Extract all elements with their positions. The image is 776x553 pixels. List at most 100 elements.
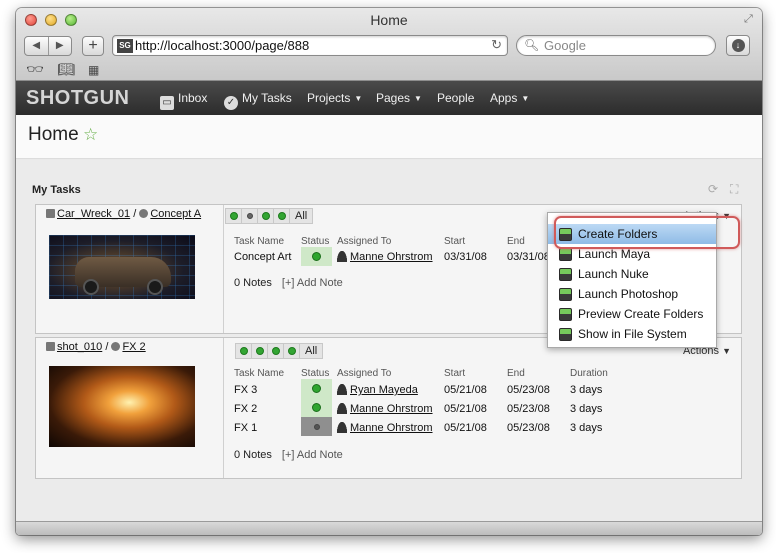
entity-link[interactable]: shot_010 — [57, 341, 102, 353]
task-name[interactable]: Concept Art — [234, 251, 291, 263]
end-date[interactable]: 05/23/08 — [507, 422, 550, 434]
shotgun-logo[interactable]: SHOTGUN — [26, 87, 130, 110]
favorite-star-icon[interactable]: ☆ — [83, 125, 98, 145]
status-gray-icon — [313, 423, 320, 430]
browser-toolbar: Home ⤢ ◀ ▶ + SG http://localhost:3000/pa… — [16, 8, 762, 81]
refresh-icon[interactable]: ⟳ — [708, 182, 718, 196]
filter-status-chip[interactable] — [258, 209, 274, 223]
add-bookmark-button[interactable]: + — [82, 36, 104, 56]
nav-my-tasks[interactable]: ✓ My Tasks — [224, 91, 292, 110]
duration[interactable]: 3 days — [570, 384, 602, 396]
filter-status-chip[interactable] — [242, 209, 258, 223]
filter-all-button[interactable]: All — [300, 344, 322, 358]
entity-thumbnail[interactable] — [49, 366, 195, 447]
column-header-status[interactable]: Status — [301, 368, 329, 379]
notes-count[interactable]: 0 Notes — [234, 277, 272, 289]
status-cell[interactable] — [301, 247, 332, 266]
back-forward-buttons: ◀ ▶ — [24, 36, 72, 56]
status-green-icon — [261, 212, 270, 220]
reading-list-icon[interactable]: 👓︎ — [26, 61, 44, 78]
start-date[interactable]: 05/21/08 — [444, 422, 487, 434]
entity-thumbnail[interactable] — [49, 235, 195, 299]
menu-item-show-in-file-system[interactable]: Show in File System — [548, 324, 716, 344]
column-header-start[interactable]: Start — [444, 368, 465, 379]
assigned-to[interactable]: Manne Ohrstrom — [337, 422, 433, 434]
column-header-assigned-to[interactable]: Assigned To — [337, 236, 391, 247]
assigned-to[interactable]: Manne Ohrstrom — [337, 403, 433, 415]
status-green-icon — [312, 384, 321, 393]
menu-item-launch-photoshop[interactable]: Launch Photoshop — [548, 284, 716, 304]
end-date[interactable]: 03/31/08 — [507, 251, 550, 263]
entity-sublink[interactable]: FX 2 — [122, 341, 145, 353]
address-bar[interactable]: SG http://localhost:3000/page/888 ↻ — [112, 35, 508, 56]
search-field[interactable]: 🔍︎ Google — [516, 35, 716, 56]
add-note-link[interactable]: [+] Add Note — [282, 277, 343, 289]
filter-status-chip[interactable] — [268, 344, 284, 358]
duration[interactable]: 3 days — [570, 403, 602, 415]
status-cell[interactable] — [301, 398, 332, 417]
nav-pages[interactable]: Pages ▼ — [376, 91, 422, 105]
search-icon: 🔍︎ — [524, 38, 540, 52]
bookmarks-icon[interactable]: 📖︎ — [57, 61, 75, 78]
top-sites-grid-icon[interactable]: ▦ — [88, 63, 99, 77]
reload-icon[interactable]: ↻ — [491, 37, 502, 53]
nav-projects[interactable]: Projects ▼ — [307, 91, 362, 105]
forward-button[interactable]: ▶ — [47, 37, 72, 55]
person-icon — [337, 251, 347, 262]
start-date[interactable]: 05/21/08 — [444, 384, 487, 396]
url-text[interactable]: http://localhost:3000/page/888 — [135, 38, 309, 53]
add-note-link[interactable]: [+] Add Note — [282, 449, 343, 461]
menu-item-launch-nuke[interactable]: Launch Nuke — [548, 264, 716, 284]
app-launcher-icon — [559, 248, 572, 261]
assigned-to[interactable]: Manne Ohrstrom — [337, 251, 433, 263]
assigned-to[interactable]: Ryan Mayeda — [337, 384, 418, 396]
fullscreen-icon[interactable]: ⤢ — [744, 13, 756, 25]
status-green-icon — [312, 403, 321, 412]
filter-all-button[interactable]: All — [290, 209, 312, 223]
column-header-task-name[interactable]: Task Name — [234, 236, 284, 247]
start-date[interactable]: 03/31/08 — [444, 251, 487, 263]
maximize-widget-icon[interactable]: ⛶ — [730, 182, 738, 197]
entity-link[interactable]: Car_Wreck_01 — [57, 208, 130, 220]
entity-info: Car_Wreck_01 / Concept A — [36, 205, 224, 333]
filter-status-chip[interactable] — [284, 344, 300, 358]
entity-sublink[interactable]: Concept A — [150, 208, 201, 220]
chevron-down-icon: ▼ — [414, 94, 422, 103]
status-cell[interactable] — [301, 379, 332, 398]
status-filter-bar: All — [235, 343, 324, 359]
end-date[interactable]: 05/23/08 — [507, 384, 550, 396]
column-header-end[interactable]: End — [507, 236, 525, 247]
filter-status-chip[interactable] — [236, 344, 252, 358]
column-header-end[interactable]: End — [507, 368, 525, 379]
search-placeholder: Google — [544, 38, 586, 53]
site-favicon-icon: SG — [117, 39, 133, 53]
column-header-start[interactable]: Start — [444, 236, 465, 247]
start-date[interactable]: 05/21/08 — [444, 403, 487, 415]
filter-status-chip[interactable] — [252, 344, 268, 358]
end-date[interactable]: 05/23/08 — [507, 403, 550, 415]
column-header-status[interactable]: Status — [301, 236, 329, 247]
status-cell[interactable] — [301, 417, 332, 436]
status-green-icon — [229, 212, 238, 220]
downloads-button[interactable]: ↓ — [726, 35, 750, 56]
column-header-assigned-to[interactable]: Assigned To — [337, 368, 391, 379]
column-header-task-name[interactable]: Task Name — [234, 368, 284, 379]
task-name[interactable]: FX 3 — [234, 384, 257, 396]
task-name[interactable]: FX 2 — [234, 403, 257, 415]
duration[interactable]: 3 days — [570, 422, 602, 434]
asset-icon — [46, 209, 55, 218]
status-green-icon — [255, 347, 264, 355]
task-name[interactable]: FX 1 — [234, 422, 257, 434]
download-arrow-icon: ↓ — [731, 39, 745, 52]
notes-count[interactable]: 0 Notes — [234, 449, 272, 461]
filter-status-chip[interactable] — [274, 209, 290, 223]
back-button[interactable]: ◀ — [25, 37, 48, 55]
filter-status-chip[interactable] — [226, 209, 242, 223]
status-green-icon — [312, 252, 321, 261]
nav-apps[interactable]: Apps ▼ — [490, 91, 529, 105]
app-launcher-icon — [559, 268, 572, 281]
column-header-duration[interactable]: Duration — [570, 368, 608, 379]
menu-item-preview-create-folders[interactable]: Preview Create Folders — [548, 304, 716, 324]
nav-people[interactable]: People — [437, 91, 474, 105]
nav-inbox[interactable]: ▭ Inbox — [160, 91, 207, 110]
